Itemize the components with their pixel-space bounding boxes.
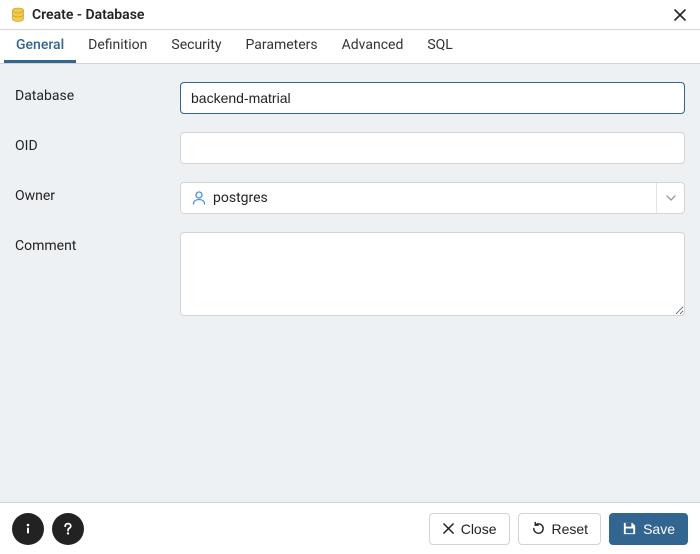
tab-security[interactable]: Security [159, 30, 233, 63]
close-label: Close [461, 521, 497, 537]
dialog-title: Create - Database [32, 7, 670, 23]
reset-label: Reset [552, 521, 589, 537]
close-button[interactable]: Close [429, 513, 510, 545]
tab-label: Advanced [342, 37, 404, 53]
row-comment: Comment [15, 232, 685, 320]
tab-advanced[interactable]: Advanced [330, 30, 416, 63]
titlebar: Create - Database [0, 0, 700, 30]
info-button[interactable] [12, 513, 44, 545]
oid-input[interactable] [180, 132, 685, 164]
tab-label: Parameters [246, 37, 318, 53]
reset-button[interactable]: Reset [518, 513, 602, 545]
tab-sql[interactable]: SQL [415, 30, 464, 63]
row-oid: OID [15, 132, 685, 164]
close-icon [673, 8, 687, 22]
tab-label: Definition [88, 37, 147, 53]
help-button[interactable] [52, 513, 84, 545]
owner-value: postgres [213, 190, 656, 206]
owner-select[interactable]: postgres [180, 182, 685, 214]
save-button[interactable]: Save [609, 513, 688, 545]
tab-definition[interactable]: Definition [76, 30, 159, 63]
form-area: Database OID Owner postgres [0, 64, 700, 502]
tab-label: General [16, 37, 64, 53]
user-icon [191, 190, 207, 206]
chevron-down-icon [656, 183, 684, 213]
tab-label: SQL [427, 37, 452, 53]
label-oid: OID [15, 132, 170, 154]
footer: Close Reset Save [0, 502, 700, 554]
comment-textarea[interactable] [180, 232, 685, 316]
row-owner: Owner postgres [15, 182, 685, 214]
row-database: Database [15, 82, 685, 114]
label-owner: Owner [15, 182, 170, 204]
tab-general[interactable]: General [4, 30, 76, 63]
database-icon [10, 7, 26, 23]
info-icon [20, 521, 36, 537]
tab-bar: General Definition Security Parameters A… [0, 30, 700, 64]
question-icon [60, 521, 76, 537]
dialog-close-button[interactable] [670, 5, 690, 25]
close-icon [442, 522, 455, 535]
save-label: Save [643, 521, 675, 537]
database-input[interactable] [180, 82, 685, 114]
save-icon [622, 521, 637, 536]
reset-icon [531, 521, 546, 536]
label-comment: Comment [15, 232, 170, 254]
tab-label: Security [171, 37, 221, 53]
label-database: Database [15, 82, 170, 104]
tab-parameters[interactable]: Parameters [234, 30, 330, 63]
